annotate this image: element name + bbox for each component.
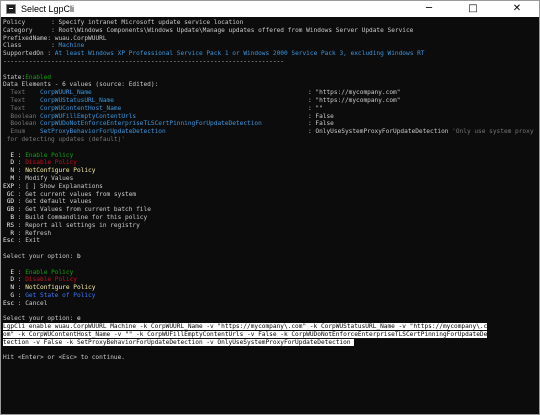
menu-item-modify[interactable]: M : Modify Values: [3, 175, 539, 183]
prompt-1: Select your option: b: [3, 252, 81, 260]
class-line: Class : Machine: [3, 42, 85, 50]
menu-item-get-default[interactable]: GD : Get default values: [3, 198, 539, 206]
prompt-2: Select your option: e: [3, 315, 81, 323]
supported-on-line: SupportedOn : At least Windows XP Profes…: [3, 50, 425, 58]
menu-item-build[interactable]: B : Build Commandline for this policy: [3, 214, 539, 222]
menu2-item-get-state[interactable]: G : Get State of Policy: [3, 292, 539, 300]
category-line: Category : Root\Windows Components\Windo…: [3, 26, 414, 34]
state-value: Enabled: [25, 73, 52, 81]
menu-item-report[interactable]: RS : Report all settings in registry: [3, 222, 539, 230]
title-bar[interactable]: Select LgpCli ─ □ ✕: [1, 1, 539, 17]
element-row: Boolean CorpWUDoNotEnforceEnterpriseTLSC…: [3, 120, 334, 128]
window-title: Select LgpCli: [21, 4, 75, 14]
menu-item-enable[interactable]: E : Enable Policy: [3, 152, 539, 160]
maximize-button[interactable]: □: [451, 1, 495, 17]
element-row: Boolean CorpWUFillEmptyContentUrls: Fals…: [3, 112, 334, 120]
minimize-button[interactable]: ─: [407, 1, 451, 17]
menu-item-get-current[interactable]: GC : Get current values from system: [3, 191, 539, 199]
menu-item-refresh[interactable]: R : Refresh: [3, 230, 539, 238]
element-wrap: for detecting updates (default)': [3, 135, 126, 143]
command-line[interactable]: tection -v False -k SetProxyBehaviorForU…: [3, 338, 539, 347]
command-line[interactable]: LgpCli enable wuau.CorpWUURL Machine -k …: [3, 323, 539, 331]
menu2-item-cancel[interactable]: Esc : Cancel: [3, 300, 539, 308]
element-row: Text CorpWUStatusURL_Name: "https://myco…: [3, 96, 401, 104]
state-line: State:Enabled: [3, 73, 52, 81]
element-row: Text CorpWUURL_Name: "https://mycompany.…: [3, 89, 401, 97]
menu-item-notconfigure[interactable]: N : NotConfigure Policy: [3, 167, 539, 175]
prefixed-name-line: PrefixedName: wuau.CorpWUURL: [3, 34, 107, 42]
menu-item-exit[interactable]: Esc : Exit: [3, 237, 539, 245]
console-output[interactable]: Policy : Specify intranet Microsoft upda…: [1, 17, 539, 414]
element-row: Text CorpWUContentHost_Name: "": [3, 104, 323, 112]
menu2-item-notconfigure[interactable]: N : NotConfigure Policy: [3, 284, 539, 292]
menu-item-get-batch[interactable]: GB : Get Values from current batch file: [3, 206, 539, 214]
console-app-icon: [6, 4, 16, 14]
divider: ----------------------------------------…: [3, 57, 284, 65]
menu2-item-disable[interactable]: D : Disable Policy: [3, 276, 539, 284]
elements-header: Data Elements - 6 values (source: Edited…: [3, 81, 159, 89]
continue-hint: Hit <Enter> or <Esc> to continue.: [3, 354, 126, 362]
console-window: Select LgpCli ─ □ ✕ Policy : Specify int…: [0, 0, 540, 415]
menu2-item-enable[interactable]: E : Enable Policy: [3, 269, 539, 277]
element-row: Enum SetProxyBehaviorForUpdateDetection:…: [3, 128, 534, 136]
menu-item-disable[interactable]: D : Disable Policy: [3, 159, 539, 167]
menu-item-explanations[interactable]: EXP : [ ] Show Explanations: [3, 183, 539, 191]
policy-line: Policy : Specify intranet Microsoft upda…: [3, 19, 244, 26]
close-button[interactable]: ✕: [495, 1, 539, 17]
command-line[interactable]: om" -k CorpWUContentHost_Name -v "" -k C…: [3, 330, 539, 339]
